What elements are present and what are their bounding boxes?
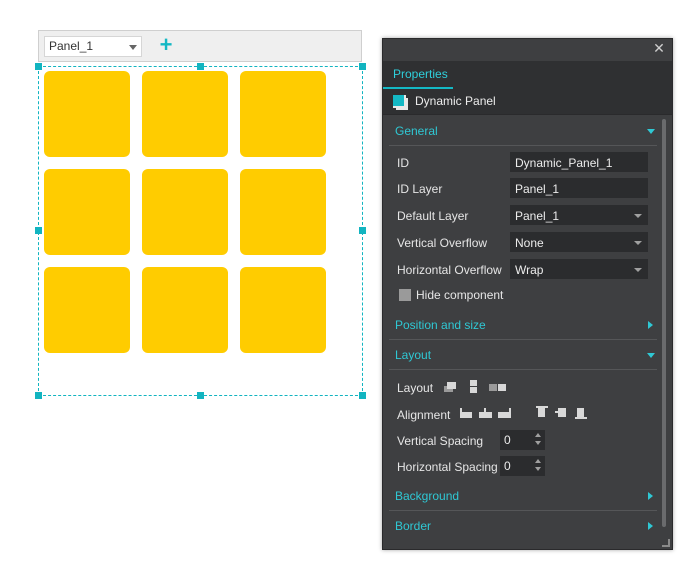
panel-select-value: Panel_1 bbox=[49, 39, 94, 53]
chevron-down-icon[interactable] bbox=[535, 441, 541, 445]
section-layout[interactable]: Layout bbox=[389, 341, 657, 370]
section-position-label: Position and size bbox=[395, 318, 486, 332]
vertical-overflow-label: Vertical Overflow bbox=[397, 236, 488, 250]
chevron-down-icon bbox=[634, 268, 642, 272]
chevron-down-icon[interactable] bbox=[535, 467, 541, 471]
resize-grip-icon[interactable] bbox=[662, 539, 670, 547]
layout-label: Layout bbox=[397, 381, 434, 395]
chevron-up-icon[interactable] bbox=[535, 433, 541, 437]
add-panel-button[interactable]: + bbox=[155, 32, 177, 57]
resize-handle-top-right[interactable] bbox=[359, 63, 366, 70]
panel-select[interactable]: Panel_1 bbox=[44, 36, 142, 57]
horizontal-spacing-label: Horizontal Spacing bbox=[397, 460, 498, 474]
plus-icon: + bbox=[159, 32, 173, 57]
chevron-down-icon bbox=[129, 45, 137, 50]
grid-tile[interactable] bbox=[44, 71, 130, 157]
grid-tile[interactable] bbox=[44, 267, 130, 353]
chevron-right-icon bbox=[648, 492, 653, 500]
align-center-icon[interactable] bbox=[479, 408, 493, 418]
scrollbar[interactable] bbox=[662, 119, 666, 527]
default-layer-value: Panel_1 bbox=[515, 209, 560, 223]
align-right-icon[interactable] bbox=[498, 408, 512, 418]
align-left-icon[interactable] bbox=[460, 408, 474, 418]
chevron-right-icon bbox=[648, 522, 653, 530]
vertical-overflow-value: None bbox=[515, 236, 544, 250]
grid-tile[interactable] bbox=[142, 169, 228, 255]
layout-vertical-icon[interactable] bbox=[469, 380, 479, 394]
vertical-spacing-value: 0 bbox=[504, 433, 511, 447]
horizontal-spacing-value: 0 bbox=[504, 459, 511, 473]
vertical-overflow-select[interactable]: None bbox=[510, 232, 648, 252]
resize-handle-bottom-left[interactable] bbox=[35, 392, 42, 399]
section-background-label: Background bbox=[395, 489, 460, 503]
chevron-right-icon bbox=[648, 321, 653, 329]
default-layer-select[interactable]: Panel_1 bbox=[510, 205, 648, 225]
dynamic-panel-icon bbox=[393, 95, 408, 110]
default-layer-label: Default Layer bbox=[397, 209, 469, 223]
resize-handle-bottom-right[interactable] bbox=[359, 392, 366, 399]
grid-tile[interactable] bbox=[240, 169, 326, 255]
horizontal-overflow-select[interactable]: Wrap bbox=[510, 259, 648, 279]
align-top-icon[interactable] bbox=[536, 406, 550, 420]
panel-toolbar: Panel_1 + bbox=[38, 30, 362, 62]
chevron-down-icon bbox=[634, 241, 642, 245]
horizontal-spacing-stepper[interactable]: 0 bbox=[500, 456, 545, 476]
grid-tile[interactable] bbox=[240, 71, 326, 157]
grid-tile[interactable] bbox=[44, 169, 130, 255]
resize-handle-right[interactable] bbox=[359, 227, 366, 234]
resize-handle-top[interactable] bbox=[197, 63, 204, 70]
align-middle-icon[interactable] bbox=[555, 406, 569, 420]
id-label: ID bbox=[397, 156, 409, 170]
grid-tile[interactable] bbox=[142, 267, 228, 353]
properties-dialog: ✕ Properties Dynamic Panel General ID Dy… bbox=[382, 38, 673, 550]
id-value: Dynamic_Panel_1 bbox=[515, 156, 613, 170]
chevron-down-icon bbox=[647, 353, 655, 358]
horizontal-overflow-value: Wrap bbox=[515, 263, 544, 277]
component-header: Dynamic Panel bbox=[383, 89, 672, 115]
section-position-size[interactable]: Position and size bbox=[389, 311, 657, 340]
section-background[interactable]: Background bbox=[389, 482, 657, 511]
vertical-spacing-label: Vertical Spacing bbox=[397, 434, 484, 448]
chevron-up-icon[interactable] bbox=[535, 459, 541, 463]
id-layer-field[interactable]: Panel_1 bbox=[510, 178, 648, 198]
id-layer-label: ID Layer bbox=[397, 182, 443, 196]
vertical-spacing-stepper[interactable]: 0 bbox=[500, 430, 545, 450]
align-bottom-icon[interactable] bbox=[575, 406, 589, 420]
hide-component-checkbox[interactable] bbox=[399, 289, 411, 301]
grid-tile[interactable] bbox=[240, 267, 326, 353]
alignment-label: Alignment bbox=[397, 408, 451, 422]
grid-tile[interactable] bbox=[142, 71, 228, 157]
section-border-label: Border bbox=[395, 519, 432, 533]
id-field[interactable]: Dynamic_Panel_1 bbox=[510, 152, 648, 172]
component-title: Dynamic Panel bbox=[415, 94, 496, 108]
horizontal-overflow-label: Horizontal Overflow bbox=[397, 263, 502, 277]
layout-horizontal-icon[interactable] bbox=[489, 383, 509, 393]
section-layout-label: Layout bbox=[395, 348, 432, 362]
resize-handle-bottom[interactable] bbox=[197, 392, 204, 399]
tab-bar: Properties bbox=[383, 61, 672, 89]
id-layer-value: Panel_1 bbox=[515, 182, 560, 196]
resize-handle-top-left[interactable] bbox=[35, 63, 42, 70]
chevron-down-icon bbox=[647, 129, 655, 134]
tab-properties[interactable]: Properties bbox=[383, 61, 453, 89]
resize-handle-left[interactable] bbox=[35, 227, 42, 234]
section-general[interactable]: General bbox=[389, 117, 657, 146]
chevron-down-icon bbox=[634, 214, 642, 218]
section-general-label: General bbox=[395, 124, 438, 138]
layout-absolute-icon[interactable] bbox=[444, 382, 458, 392]
close-icon[interactable]: ✕ bbox=[652, 41, 666, 55]
hide-component-label: Hide component bbox=[416, 288, 504, 302]
section-border[interactable]: Border bbox=[389, 512, 657, 541]
